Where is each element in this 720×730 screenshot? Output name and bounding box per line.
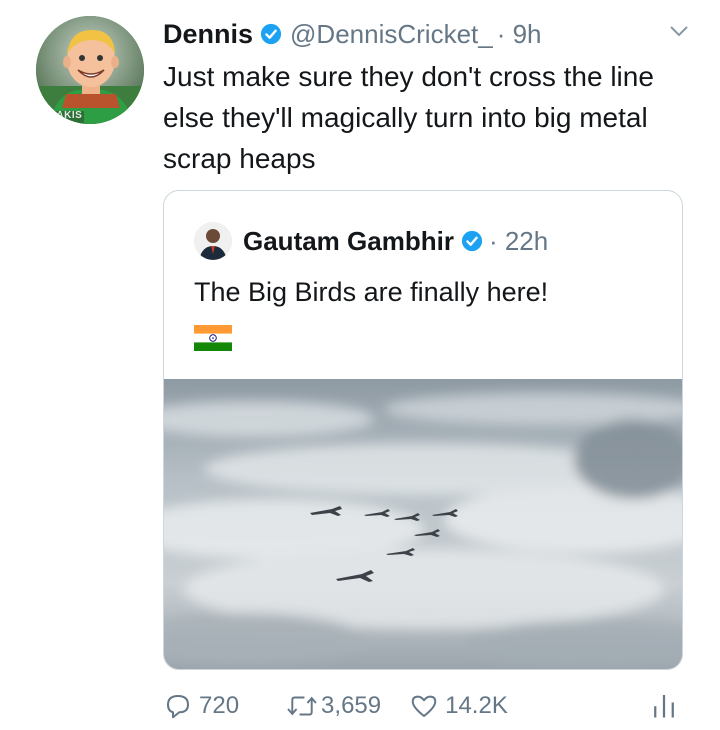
avatar-badge-text: PAKIS (50, 110, 83, 121)
quoted-author-name: Gautam Gambhir (243, 225, 454, 256)
tweet-text: Just make sure they don't cross the line… (163, 61, 654, 174)
analytics-icon[interactable] (651, 690, 677, 727)
quoted-author-avatar (194, 222, 232, 260)
author-name[interactable]: Dennis (163, 19, 253, 50)
retweet-icon (287, 696, 317, 716)
chevron-down-icon[interactable] (669, 24, 689, 43)
quoted-tweet-card[interactable]: Gautam Gambhir · 22h The Big Birds are f… (163, 190, 683, 670)
like-count: 14.2K (445, 692, 508, 719)
reply-icon (167, 695, 189, 719)
retweet-count: 3,659 (321, 692, 382, 719)
quoted-tweet-text: The Big Birds are finally here! (194, 277, 549, 307)
like-button[interactable]: 14.2K (409, 691, 508, 721)
verified-badge-icon (260, 23, 282, 45)
quoted-tweet-header: Gautam Gambhir · 22h (194, 221, 548, 261)
quoted-verified-badge-icon (461, 230, 483, 252)
author-avatar[interactable]: PAKIS (36, 16, 144, 124)
tweet-time[interactable]: · 9h (497, 19, 542, 50)
tweet-header: Dennis @DennisCricket_ · 9h (163, 14, 703, 54)
retweet-button[interactable]: 3,659 (285, 691, 381, 721)
author-handle[interactable]: @DennisCricket_ (290, 19, 493, 50)
india-flag-icon (194, 325, 232, 356)
reply-button[interactable]: 720 (163, 691, 239, 721)
quoted-tweet-time: · 22h (488, 225, 549, 256)
quoted-tweet-image[interactable] (164, 379, 682, 669)
reply-count: 720 (199, 692, 240, 719)
tweet-actions: 720 3,659 14.2K (163, 686, 683, 726)
heart-icon (411, 695, 437, 717)
